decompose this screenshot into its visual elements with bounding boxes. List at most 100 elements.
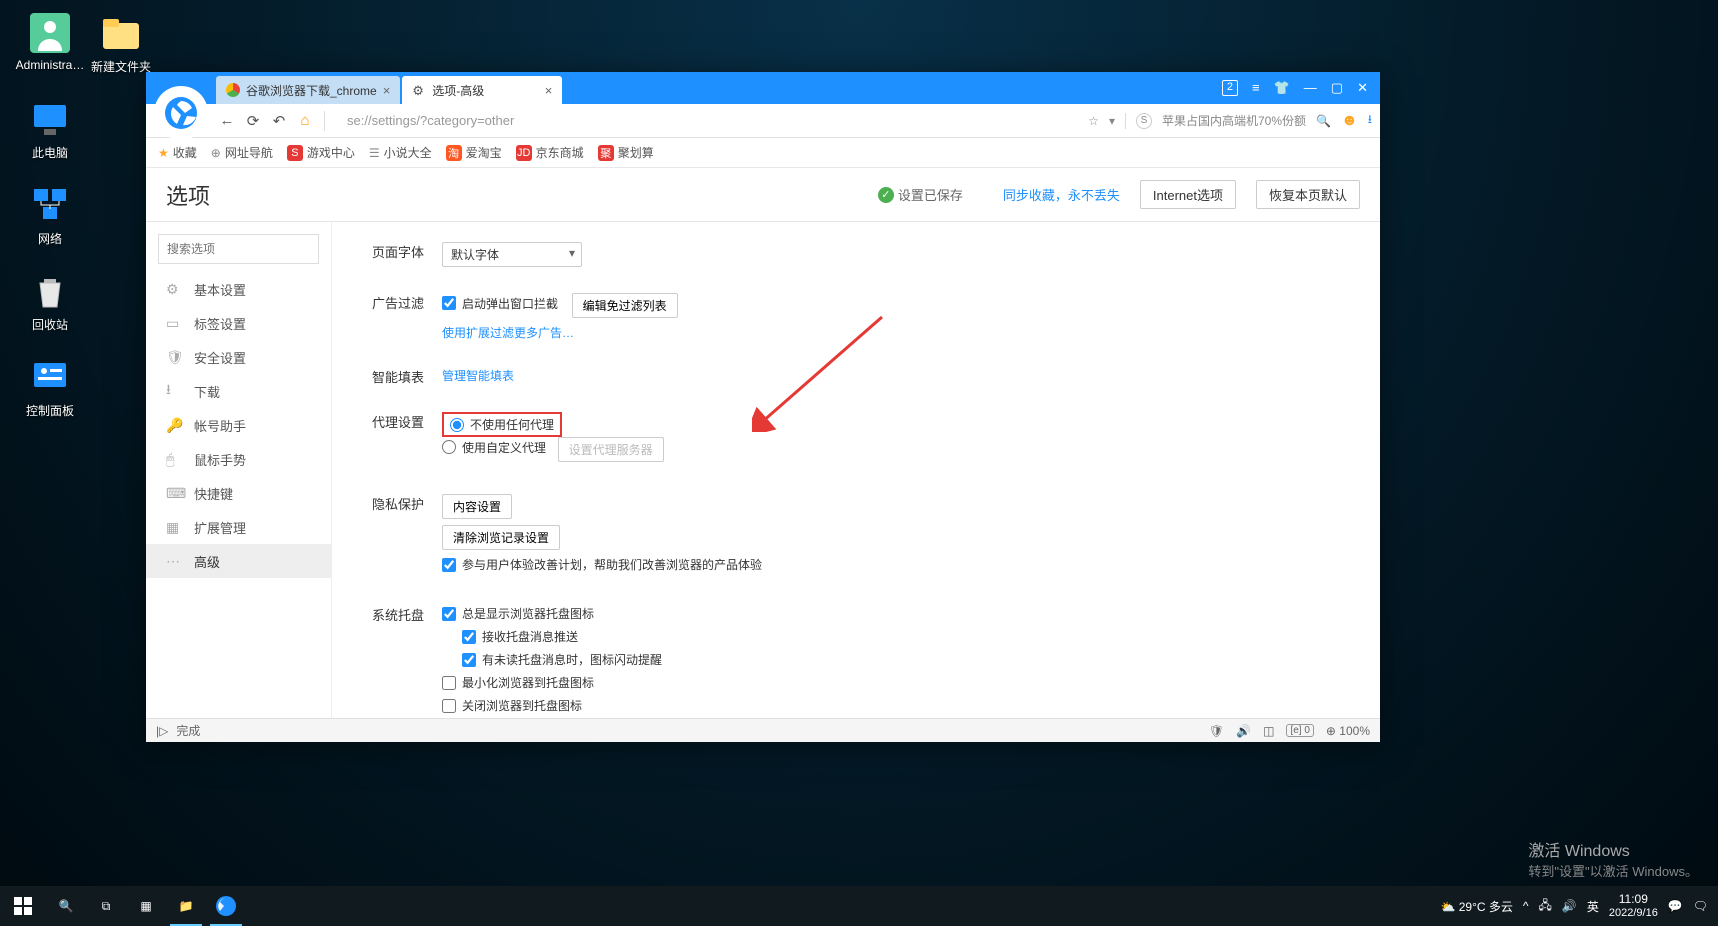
search-icon[interactable]: 🔍 xyxy=(1316,114,1331,128)
restore-defaults-button[interactable]: 恢复本页默认 xyxy=(1256,180,1360,209)
edit-whitelist-button[interactable]: 编辑免过滤列表 xyxy=(572,293,678,318)
sidebar-item-extensions[interactable]: ▦扩展管理 xyxy=(146,510,331,544)
chk-popup-block[interactable]: 启动弹出窗口拦截 xyxy=(442,295,558,312)
start-button[interactable] xyxy=(0,886,46,926)
sidebar-item-shortcuts[interactable]: ⌨快捷键 xyxy=(146,476,331,510)
internet-options-button[interactable]: Internet选项 xyxy=(1140,180,1236,209)
chk-tray-blink[interactable]: 有未读托盘消息时，图标闪动提醒 xyxy=(462,651,1340,668)
action-center-icon[interactable]: 💬 xyxy=(1668,899,1683,913)
desktop-icon-thispc[interactable]: 此电脑 xyxy=(15,98,85,161)
grid-icon: ▦ xyxy=(166,519,182,536)
clear-history-button[interactable]: 清除浏览记录设置 xyxy=(442,525,560,550)
favorites-bar: ★收藏 ⊕网址导航 S游戏中心 ☰小说大全 淘爱淘宝 JD京东商城 聚聚划算 xyxy=(146,138,1380,168)
split-status-icon[interactable]: ◫ xyxy=(1263,724,1274,738)
reload-icon[interactable]: ⟳ xyxy=(240,108,266,134)
fav-nav[interactable]: ⊕网址导航 xyxy=(211,144,273,161)
fav-taobao[interactable]: 淘爱淘宝 xyxy=(446,144,502,161)
adblock-hint-link[interactable]: 使用扩展过滤更多广告… xyxy=(442,324,1340,341)
sidebar-item-advanced[interactable]: ⋯高级 xyxy=(146,544,331,578)
sound-status-icon[interactable]: 🔊 xyxy=(1236,724,1251,738)
star-icon[interactable]: ☆ xyxy=(1088,114,1099,128)
key-icon: 🔑 xyxy=(166,417,182,434)
shield-icon: 🛡 xyxy=(166,349,182,366)
search-options-input[interactable] xyxy=(158,234,319,264)
fav-bookmarks[interactable]: ★收藏 xyxy=(158,144,197,161)
statusbar: |▷ 完成 🛡 🔊 ◫ [e] 0 ⊕ 100% xyxy=(146,718,1380,742)
row-label-proxy: 代理设置 xyxy=(372,412,442,468)
fav-jd[interactable]: JD京东商城 xyxy=(516,144,584,161)
chk-min-tray[interactable]: 最小化浏览器到托盘图标 xyxy=(442,674,1340,691)
notification-icon[interactable]: 🗨 xyxy=(1693,899,1708,913)
menu-icon[interactable]: ≡ xyxy=(1252,80,1260,96)
chk-always-tray[interactable]: 总是显示浏览器托盘图标 xyxy=(442,605,1340,622)
sogou-icon: S xyxy=(1136,113,1152,129)
row-label-font: 页面字体 xyxy=(372,242,442,267)
highlight-box: 不使用任何代理 xyxy=(442,412,562,437)
desktop-icon-recycle[interactable]: 回收站 xyxy=(15,270,85,333)
content-settings-button[interactable]: 内容设置 xyxy=(442,494,512,519)
fav-games[interactable]: S游戏中心 xyxy=(287,144,355,161)
jd-badge-icon: JD xyxy=(516,145,532,161)
chk-ux-program[interactable]: 参与用户体验改善计划，帮助我们改善浏览器的产品体验 xyxy=(442,556,1340,573)
minimize-icon[interactable]: — xyxy=(1304,80,1317,96)
sidebar-item-tabs[interactable]: ▭标签设置 xyxy=(146,306,331,340)
url-input[interactable] xyxy=(339,108,1080,134)
fav-juhuasuan[interactable]: 聚聚划算 xyxy=(598,144,654,161)
tray-chevron-icon[interactable]: ^ xyxy=(1523,899,1529,913)
sidebar-item-download[interactable]: ⭳下载 xyxy=(146,374,331,408)
skin-icon[interactable]: 👕 xyxy=(1274,80,1290,96)
close-window-icon[interactable]: ✕ xyxy=(1357,80,1368,96)
check-icon: ✓ xyxy=(878,187,894,203)
sidebar-item-security[interactable]: 🛡安全设置 xyxy=(146,340,331,374)
zoom-indicator[interactable]: ⊕ 100% xyxy=(1326,724,1370,738)
explorer-taskbar-icon[interactable]: 📁 xyxy=(166,886,206,926)
tab-chrome-download[interactable]: 谷歌浏览器下载_chrome × xyxy=(216,76,400,104)
browser-logo xyxy=(154,86,208,140)
proxy-server-button: 设置代理服务器 xyxy=(558,437,664,462)
status-text: 完成 xyxy=(176,722,200,739)
desktop-icon-network[interactable]: 网络 xyxy=(15,184,85,247)
close-icon[interactable]: × xyxy=(545,83,553,98)
mouse-icon: 🖱 xyxy=(166,451,182,468)
taskview-icon[interactable]: ⧉ xyxy=(86,886,126,926)
sogou-taskbar-icon[interactable] xyxy=(206,886,246,926)
settings-panel: 页面字体 默认字体 广告过滤 启动弹出窗口拦截 编辑免过滤列表 使用扩展过滤更多… xyxy=(332,222,1380,718)
search-taskbar-icon[interactable]: 🔍 xyxy=(46,886,86,926)
desktop-icon-controlpanel[interactable]: 控制面板 xyxy=(15,356,85,419)
radio-no-proxy[interactable]: 不使用任何代理 xyxy=(450,416,554,433)
apps-icon[interactable]: ▦ xyxy=(126,886,166,926)
tabs-icon: ▭ xyxy=(166,315,182,332)
weather-widget[interactable]: ⛅ 29°C 多云 xyxy=(1440,898,1512,915)
download-icon[interactable]: ⭳ xyxy=(1368,110,1372,131)
chk-close-tray[interactable]: 关闭浏览器到托盘图标 xyxy=(442,697,1340,714)
keyboard-icon: ⌨ xyxy=(166,485,182,502)
back-icon[interactable]: ← xyxy=(214,108,240,134)
face-icon[interactable]: ☻ xyxy=(1341,112,1358,130)
desktop-icon-admin[interactable]: Administra… xyxy=(15,12,85,72)
clock[interactable]: 11:092022/9/16 xyxy=(1609,893,1658,919)
volume-tray-icon[interactable]: 🔊 xyxy=(1562,899,1577,913)
ime-indicator[interactable]: 英 xyxy=(1587,898,1599,915)
fav-novels[interactable]: ☰小说大全 xyxy=(369,144,432,161)
close-icon[interactable]: × xyxy=(383,83,391,98)
desktop-icon-newfolder[interactable]: 新建文件夹 xyxy=(86,12,156,75)
maximize-icon[interactable]: ▢ xyxy=(1331,80,1343,96)
autofill-manage-link[interactable]: 管理智能填表 xyxy=(442,369,514,383)
account-badge[interactable]: 2 xyxy=(1222,80,1238,96)
chk-tray-push[interactable]: 接收托盘消息推送 xyxy=(462,628,1340,645)
sidebar-item-gestures[interactable]: 🖱鼠标手势 xyxy=(146,442,331,476)
search-hint[interactable]: 苹果占国内高端机70%份额 xyxy=(1162,112,1306,129)
sidebar-item-basic[interactable]: ⚙基本设置 xyxy=(146,272,331,306)
sidebar-item-account[interactable]: 🔑帐号助手 xyxy=(146,408,331,442)
sync-link[interactable]: 同步收藏，永不丢失 xyxy=(1003,185,1120,204)
home-icon[interactable]: ⌂ xyxy=(292,108,318,134)
page-header: 选项 ✓ 设置已保存 同步收藏，永不丢失 Internet选项 恢复本页默认 xyxy=(146,168,1380,222)
sidebar-toggle-icon[interactable]: |▷ xyxy=(156,724,168,738)
network-tray-icon[interactable]: 🖧 xyxy=(1539,896,1552,917)
network-status-icon[interactable]: [e] 0 xyxy=(1286,724,1313,737)
tab-options-advanced[interactable]: ⚙ 选项-高级 × xyxy=(402,76,562,104)
radio-custom-proxy[interactable]: 使用自定义代理 xyxy=(442,439,546,456)
shield-status-icon[interactable]: 🛡 xyxy=(1209,724,1224,738)
undo-icon[interactable]: ↶ xyxy=(266,108,292,134)
font-select[interactable]: 默认字体 xyxy=(442,242,582,267)
